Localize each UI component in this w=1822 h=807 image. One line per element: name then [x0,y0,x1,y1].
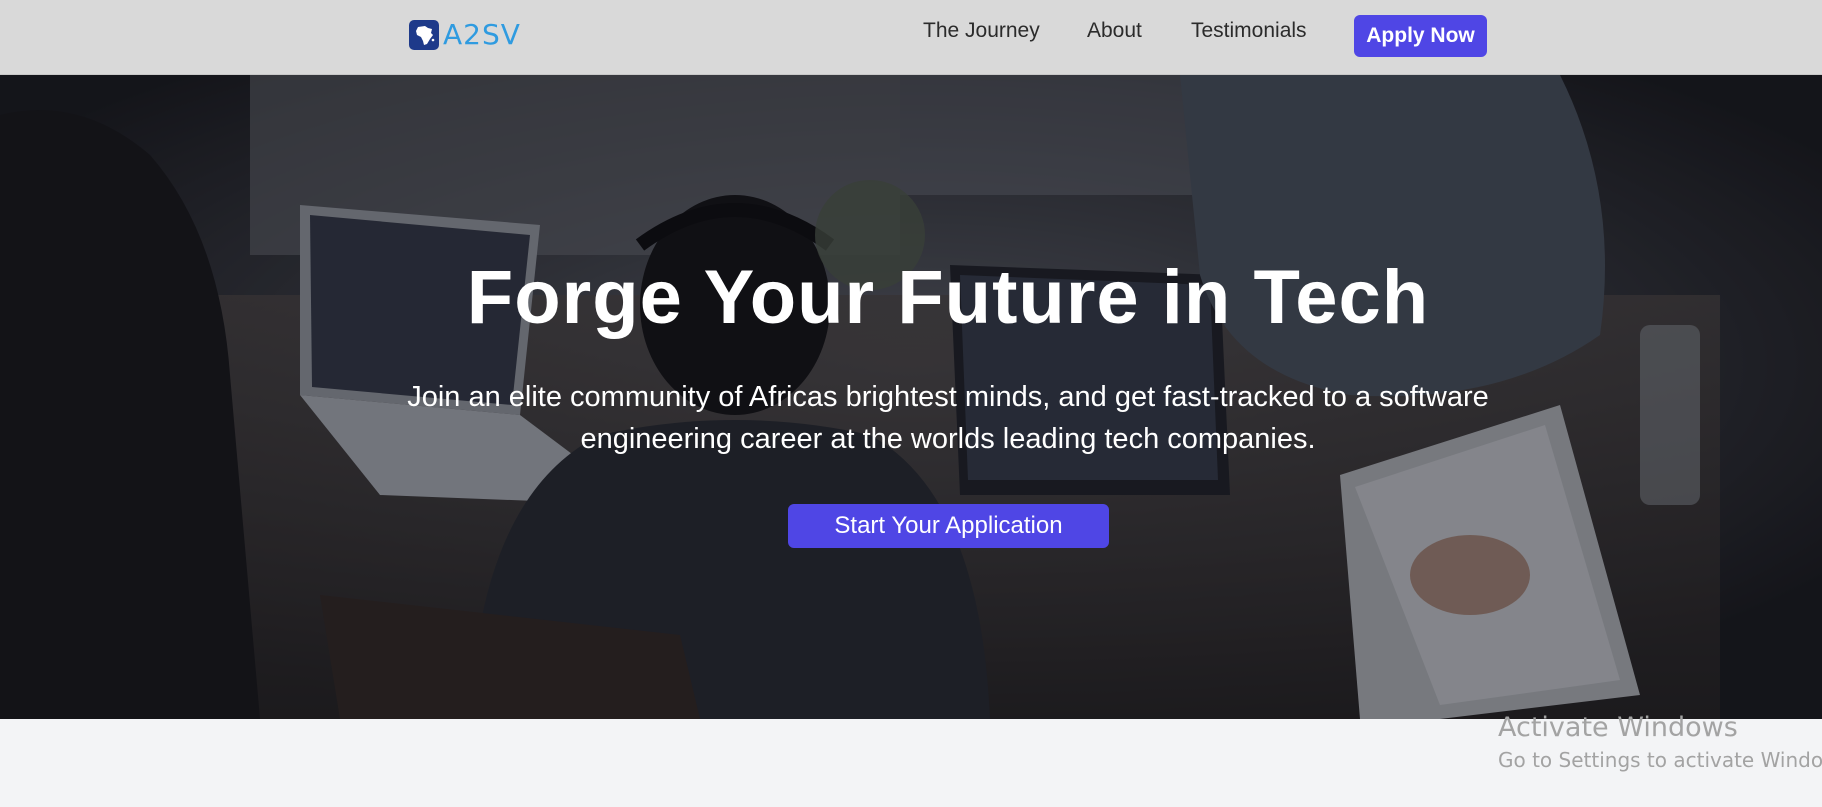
hero-section: Forge Your Future in Tech Join an elite … [0,75,1822,719]
nav-link-the-journey[interactable]: The Journey [923,18,1040,44]
top-navbar: A2SV The Journey About Testimonials Appl… [0,0,1822,75]
watermark-subtitle: Go to Settings to activate Windows. [1498,748,1822,772]
nav-link-testimonials[interactable]: Testimonials [1191,18,1307,44]
watermark-title: Activate Windows [1498,712,1738,743]
a2sv-logo[interactable]: A2SV [409,18,521,52]
windows-activation-watermark: Activate Windows Go to Settings to activ… [1498,710,1822,774]
hero-title: Forge Your Future in Tech [466,255,1430,340]
nav-link-about[interactable]: About [1087,18,1142,44]
hero-subtitle: Join an elite community of Africas brigh… [407,381,1489,455]
start-application-button[interactable]: Start Your Application [788,504,1109,548]
logo-wordmark: A2SV [443,18,521,51]
africa-map-icon [409,20,439,50]
apply-now-button[interactable]: Apply Now [1354,15,1487,57]
